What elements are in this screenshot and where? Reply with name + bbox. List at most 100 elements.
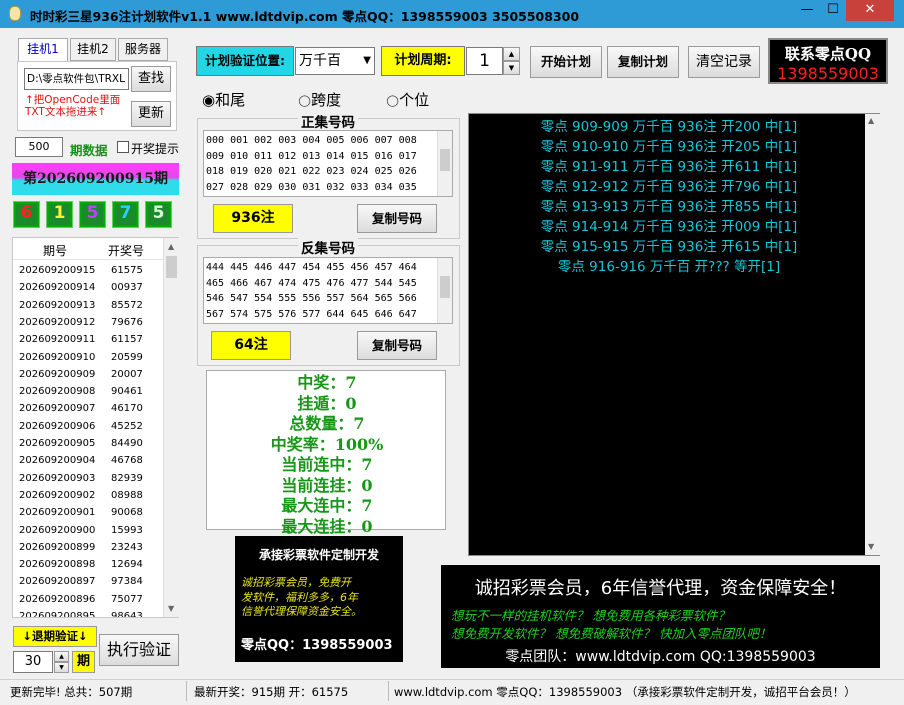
ad-big-title: 诚招彩票会员，6年信誉代理，资金保障安全！ bbox=[474, 578, 847, 599]
stats-box: 中奖：7 挂遁：0 总数量：7 中奖率：100% 当前连中：7 当前连挂：0 最大连中：7 最… bbox=[206, 370, 446, 536]
positive-set-textbox[interactable]: 000 001 002 003 004 005 006 007 008 009 0… bbox=[203, 130, 453, 197]
scroll-up-icon[interactable]: ▲ bbox=[168, 242, 174, 251]
history-row[interactable]: 202609200901 90068 bbox=[13, 504, 163, 521]
log-line: 零点 912-912 万千百 936注 开796 中[1] bbox=[540, 179, 798, 195]
tab-guaji1[interactable]: 挂机1 bbox=[18, 38, 68, 63]
cycle-up-icon[interactable]: ▲ bbox=[503, 47, 520, 61]
path-input[interactable]: D:\零点软件包\TRXL bbox=[24, 68, 129, 90]
history-row[interactable]: 202609200907 46170 bbox=[13, 400, 163, 417]
number-line: 444 445 446 447 454 455 456 457 464 bbox=[206, 262, 417, 273]
status-left: 更新完毕! 总共：507期 bbox=[10, 685, 133, 699]
history-row[interactable]: 202609200904 46768 bbox=[13, 452, 163, 469]
history-row[interactable]: 202609200911 61157 bbox=[13, 331, 163, 348]
log-scrollbar[interactable]: ▲ ▼ bbox=[865, 114, 880, 555]
radio-hewei[interactable]: ◉和尾 bbox=[202, 89, 245, 110]
close-button[interactable]: ✕ bbox=[846, 0, 894, 21]
history-row[interactable]: 202609200912 79676 bbox=[13, 314, 163, 331]
minimize-button[interactable]: — bbox=[794, 0, 820, 21]
ad-small-qq: 零点QQ：1398559003 bbox=[241, 638, 393, 653]
history-number: 08988 bbox=[111, 489, 143, 501]
positive-count: 936注 bbox=[213, 204, 293, 233]
spin-down-icon[interactable]: ▼ bbox=[54, 662, 69, 673]
backtest-input[interactable]: 30 bbox=[13, 651, 53, 673]
stat-line: 中奖：7 bbox=[297, 373, 357, 392]
log-line: 零点 915-915 万千百 936注 开615 中[1] bbox=[540, 239, 798, 255]
period-count-input[interactable]: 500 bbox=[15, 137, 63, 157]
title-bar: 时时彩三星936注计划软件v1.1 www.ldtdvip.com 零点QQ：1… bbox=[0, 0, 904, 28]
scroll-thumb[interactable] bbox=[440, 149, 450, 171]
history-row[interactable]: 202609200897 97384 bbox=[13, 573, 163, 590]
scroll-thumb[interactable] bbox=[440, 276, 450, 298]
history-period: 202609200908 bbox=[19, 386, 96, 398]
history-row[interactable]: 202609200906 45252 bbox=[13, 418, 163, 435]
plan-cycle-input[interactable]: 1 bbox=[466, 47, 503, 75]
history-number: 79676 bbox=[111, 316, 143, 328]
scroll-down-icon[interactable]: ▼ bbox=[168, 604, 174, 613]
history-number: 98643 bbox=[111, 611, 143, 617]
copy-negative-button[interactable]: 复制号码 bbox=[357, 331, 437, 360]
update-button[interactable]: 更新 bbox=[131, 101, 171, 127]
history-scrollbar[interactable]: ▲ ▼ bbox=[163, 238, 179, 617]
spin-up-icon[interactable]: ▲ bbox=[54, 651, 69, 662]
log-line: 零点 911-911 万千百 936注 开611 中[1] bbox=[540, 159, 798, 175]
ad-small-line-1: 诚招彩票会员，免费开 bbox=[241, 576, 351, 589]
radio-kuadu[interactable]: ○跨度 bbox=[298, 89, 341, 110]
history-row[interactable]: 202609200900 15993 bbox=[13, 522, 163, 539]
history-row[interactable]: 202609200899 23243 bbox=[13, 539, 163, 556]
radio-gewei[interactable]: ○个位 bbox=[386, 89, 429, 110]
lottery-checkbox[interactable] bbox=[117, 141, 129, 153]
contact-box: 联系零点QQ 1398559003 bbox=[768, 38, 888, 84]
stat-line: 当前连中：7 bbox=[281, 455, 373, 474]
hint-line-1: ↑把OpenCode里面 bbox=[25, 94, 121, 106]
history-row[interactable]: 202609200898 12694 bbox=[13, 556, 163, 573]
copy-plan-button[interactable]: 复制计划 bbox=[607, 46, 679, 78]
history-period: 202609200907 bbox=[19, 403, 96, 415]
number-line: 567 574 575 576 577 644 645 646 647 bbox=[206, 308, 417, 320]
history-period: 202609200906 bbox=[19, 420, 96, 432]
maximize-button[interactable]: ☐ bbox=[820, 0, 846, 21]
clear-record-button[interactable]: 清空记录 bbox=[688, 46, 760, 78]
positive-scrollbar[interactable] bbox=[437, 131, 452, 196]
negative-set-textbox[interactable]: 444 445 446 447 454 455 456 457 464 465 4… bbox=[203, 257, 453, 324]
history-row[interactable]: 202609200910 20599 bbox=[13, 349, 163, 366]
history-number: 23243 bbox=[111, 541, 143, 553]
stat-line: 当前连挂：0 bbox=[281, 475, 373, 495]
history-period: 202609200904 bbox=[19, 455, 96, 467]
contact-title: 联系零点QQ bbox=[784, 45, 872, 63]
hint-line-2: TXT文本拖进来↑ bbox=[25, 106, 107, 118]
status-mid: 最新开奖：915期 开：61575 bbox=[194, 685, 349, 699]
start-plan-button[interactable]: 开始计划 bbox=[530, 46, 602, 78]
history-row[interactable]: 202609200895 98643 bbox=[13, 608, 163, 617]
tab-server[interactable]: 服务器 bbox=[118, 38, 168, 61]
scroll-down-icon[interactable]: ▼ bbox=[868, 542, 874, 551]
history-row[interactable]: 202609200896 75077 bbox=[13, 591, 163, 608]
history-row[interactable]: 202609200905 84490 bbox=[13, 435, 163, 452]
tab-guaji2[interactable]: 挂机2 bbox=[70, 38, 116, 61]
plan-position-select[interactable]: 万千百 ▼ bbox=[295, 47, 375, 75]
scroll-thumb[interactable] bbox=[166, 256, 177, 278]
ad-small-title: 承接彩票软件定制开发 bbox=[258, 548, 379, 562]
history-row[interactable]: 202609200903 82939 bbox=[13, 470, 163, 487]
history-number: 12694 bbox=[111, 559, 143, 571]
history-period: 202609200913 bbox=[19, 299, 96, 311]
find-button[interactable]: 查找 bbox=[131, 66, 171, 92]
log-line: 零点 910-910 万千百 936注 开205 中[1] bbox=[540, 139, 798, 155]
history-number: 61157 bbox=[111, 334, 143, 346]
radio-unchecked-icon: ○ bbox=[298, 91, 312, 109]
log-line: 零点 913-913 万千百 936注 开855 中[1] bbox=[540, 199, 798, 215]
negative-set-numbers: 444 445 446 447 454 455 456 457 464 465 4… bbox=[206, 260, 417, 322]
backtest-label: ↓退期验证↓ bbox=[13, 626, 97, 647]
history-row[interactable]: 202609200913 85572 bbox=[13, 297, 163, 314]
history-row[interactable]: 202609200908 90461 bbox=[13, 383, 163, 400]
history-row[interactable]: 202609200914 00937 bbox=[13, 279, 163, 296]
scroll-up-icon[interactable]: ▲ bbox=[868, 116, 874, 125]
history-row[interactable]: 202609200902 08988 bbox=[13, 487, 163, 504]
history-row[interactable]: 202609200915 61575 bbox=[13, 262, 163, 279]
history-row[interactable]: 202609200909 20007 bbox=[13, 366, 163, 383]
negative-set-title: 反集号码 bbox=[298, 237, 358, 257]
log-line: 零点 914-914 万千百 936注 开009 中[1] bbox=[540, 219, 798, 235]
copy-positive-button[interactable]: 复制号码 bbox=[357, 204, 437, 233]
negative-scrollbar[interactable] bbox=[437, 258, 452, 323]
cycle-down-icon[interactable]: ▼ bbox=[503, 61, 520, 75]
run-backtest-button[interactable]: 执行验证 bbox=[99, 634, 179, 666]
